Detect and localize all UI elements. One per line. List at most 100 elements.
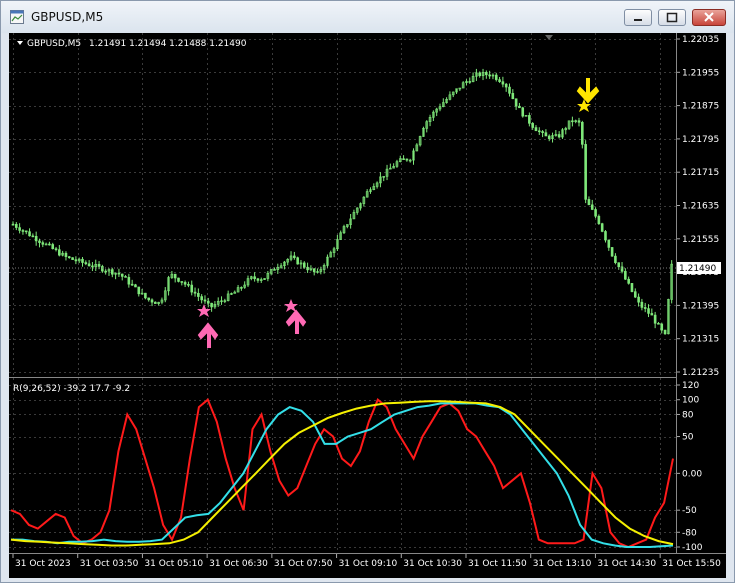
sell-signal[interactable] [576, 78, 600, 112]
candle-body [521, 107, 525, 117]
terminal-window: GBPUSD,M5 1.22035 1.21955 1.21875 1.21795 1.… [0, 0, 735, 583]
candle-body [302, 262, 306, 268]
price-chart[interactable]: 1.22035 1.21955 1.21875 1.21795 1.21715 1.216… [9, 33, 726, 578]
candle-body [640, 301, 644, 308]
candle-body [34, 235, 38, 242]
indicator-tick-label: -80 [682, 528, 697, 538]
price-tick-label: 1.22035 [682, 35, 719, 45]
indicator-tick-label: 80 [682, 410, 694, 420]
candle-body [630, 283, 634, 292]
indicator-tick-label: 120 [682, 381, 699, 391]
candle-body [101, 266, 104, 272]
candle-body [296, 257, 299, 265]
minimize-icon [634, 19, 642, 21]
candle-body [590, 204, 594, 210]
candle-body [104, 270, 107, 273]
dropdown-triangle-icon[interactable] [17, 41, 23, 45]
candle-body [293, 255, 296, 258]
candle-body [544, 132, 548, 137]
candle-body [600, 223, 604, 232]
time-tick-label: 31 Oct 07:50 [274, 559, 333, 569]
buy-signal-1[interactable] [197, 304, 219, 348]
candle-body [468, 81, 472, 83]
time-tick-label: 31 Oct 06:30 [209, 559, 268, 569]
candle-body [514, 98, 518, 107]
candle-body [501, 81, 505, 85]
candle-body [67, 256, 71, 258]
title-bar[interactable]: GBPUSD,M5 [1, 1, 734, 33]
candle-body [273, 269, 276, 271]
chart-shift-marker[interactable] [545, 35, 553, 40]
candle-body [312, 268, 316, 273]
candle-body [402, 158, 405, 160]
candle-body [124, 276, 127, 278]
candle-body [54, 248, 58, 251]
candle-body [256, 278, 260, 281]
chart-area[interactable]: 1.22035 1.21955 1.21875 1.21795 1.21715 1.216… [9, 33, 726, 578]
ohlc-label: 1.21491 1.21494 1.21488 1.21490 [89, 39, 247, 49]
candle-body [610, 247, 614, 257]
candle-body [210, 302, 213, 308]
candle-body [177, 277, 180, 282]
candle-body [607, 239, 611, 248]
minimize-button[interactable] [624, 9, 652, 26]
close-icon [704, 12, 714, 22]
last-price-value: 1.21490 [679, 264, 716, 274]
maximize-button[interactable] [658, 9, 686, 26]
candle-body [81, 258, 84, 263]
close-button[interactable] [692, 9, 726, 26]
candle-body [518, 105, 521, 109]
candle-body [620, 266, 624, 272]
candle-body [91, 265, 94, 268]
candle-body [48, 243, 51, 246]
price-tick-label: 1.21875 [682, 102, 719, 112]
arrow-up-icon [197, 322, 219, 348]
candle-body [581, 122, 584, 145]
maximize-icon [666, 12, 678, 23]
candle-body [614, 255, 617, 264]
candle-body [531, 123, 534, 128]
candle-body [41, 242, 45, 245]
candle-body [604, 231, 607, 241]
candle-body [31, 235, 35, 238]
indicator-axis: 120 100 80 50 0.00 -50 -80 -100 [676, 381, 703, 553]
candle-body [647, 308, 650, 314]
candle-body [627, 278, 630, 284]
chart-window-icon [10, 10, 24, 24]
time-tick-label: 31 Oct 10:30 [403, 559, 462, 569]
candle-body [657, 322, 660, 325]
window-title: GBPUSD,M5 [31, 10, 104, 24]
time-axis: 31 Oct 2023 31 Oct 03:50 31 Oct 05:10 31 Oc… [12, 554, 721, 569]
candle-body [183, 282, 187, 285]
candle-body [120, 273, 124, 277]
candle-body [633, 291, 637, 298]
candle-body [87, 263, 91, 267]
indicator-tick-label: 50 [682, 433, 694, 443]
buy-signal-2[interactable] [284, 299, 307, 334]
candle-body [64, 252, 68, 257]
time-tick-label: 31 Oct 05:10 [144, 559, 203, 569]
candle-body [660, 323, 664, 331]
candle-body [111, 269, 114, 275]
candle-body [173, 273, 177, 279]
candle-body [488, 74, 491, 77]
candle-body [528, 115, 531, 124]
candle-body [74, 259, 78, 262]
candle-body [504, 83, 508, 88]
candle-body [24, 230, 28, 233]
candle-body [557, 134, 561, 138]
candle-body [643, 307, 647, 309]
time-tick-label: 31 Oct 03:50 [80, 559, 139, 569]
candle-body [498, 79, 501, 82]
candle-body [637, 296, 640, 303]
candle-body [150, 299, 154, 303]
candle-body [154, 301, 157, 304]
indicator-tick-label: -100 [682, 543, 703, 553]
candle-body [541, 131, 544, 133]
candle-body [663, 329, 667, 335]
candle-body [534, 127, 538, 132]
candle-body [405, 158, 409, 161]
chart-grid [9, 33, 676, 553]
candle-body [134, 284, 137, 288]
time-tick-label: 31 Oct 15:50 [662, 559, 721, 569]
